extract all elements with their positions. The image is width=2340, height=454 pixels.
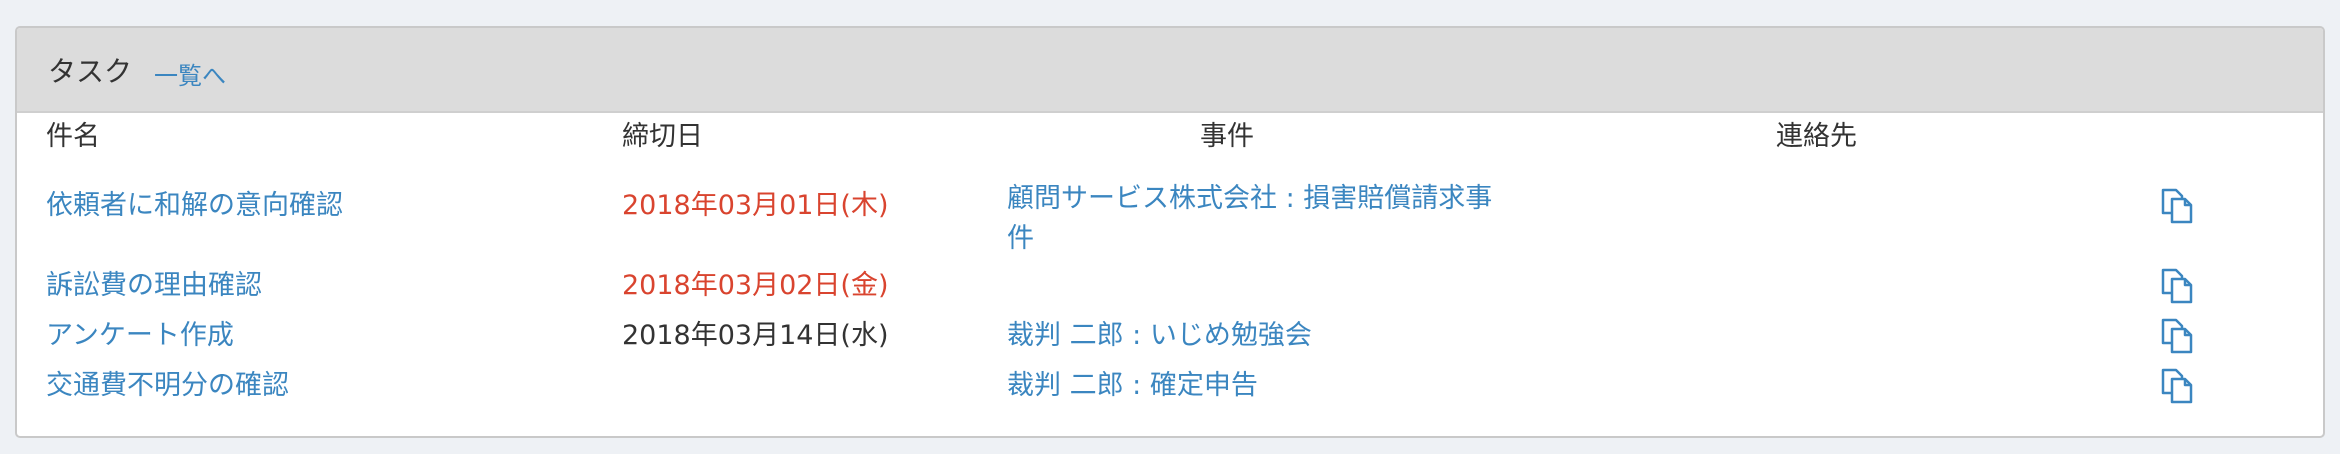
- case-link[interactable]: 裁判 二郎 : 確定申告: [1007, 363, 1258, 402]
- deadline-date: 2018年03月02日(金): [622, 270, 889, 301]
- task-name-link[interactable]: 交通費不明分の確認: [46, 363, 289, 402]
- copy-icon[interactable]: [2159, 267, 2195, 305]
- task-name-link[interactable]: 依頼者に和解の意向確認: [46, 183, 343, 222]
- task-name-link[interactable]: 訴訟費の理由確認: [46, 263, 262, 302]
- copy-icon[interactable]: [2159, 317, 2195, 355]
- view-all-link[interactable]: 一覧へ: [154, 56, 226, 91]
- case-link[interactable]: 裁判 二郎 : いじめ勉強会: [1007, 313, 1312, 352]
- column-header-case: 事件: [1200, 121, 1254, 152]
- case-link[interactable]: 顧問サービス株式会社 : 損害賠償請求事件: [1007, 179, 1512, 259]
- deadline-date: 2018年03月14日(水): [622, 320, 889, 351]
- deadline-date: 2018年03月01日(木): [622, 190, 889, 221]
- panel-title: タスク: [48, 55, 133, 88]
- task-name-link[interactable]: アンケート作成: [46, 313, 234, 352]
- column-header-contact: 連絡先: [1776, 121, 1857, 152]
- column-header-name: 件名: [46, 121, 100, 152]
- copy-icon[interactable]: [2159, 367, 2195, 405]
- panel-header: タスク 一覧へ: [17, 28, 2323, 113]
- copy-icon[interactable]: [2159, 187, 2195, 225]
- column-header-deadline: 締切日: [622, 121, 703, 152]
